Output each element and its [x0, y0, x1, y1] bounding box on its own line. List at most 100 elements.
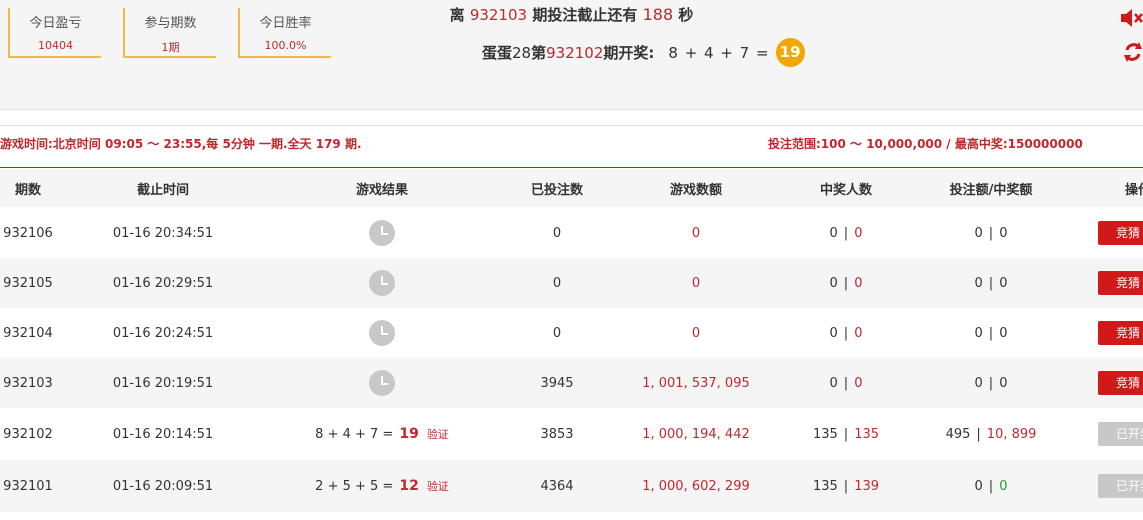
countdown-suffix: 秒 — [678, 6, 694, 24]
win-amount: 0 — [999, 375, 1008, 391]
countdown-issue: 932103 — [469, 6, 528, 24]
row-amount: 1, 001, 537, 095 — [642, 375, 750, 391]
last-draw-label: 期开奖: — [603, 44, 655, 62]
row-winners: 135 | 139 — [786, 460, 906, 512]
game-info-bar: 游戏时间:北京时间 09:05 ～ 23:55,每 5分钟 一期.全天 179 … — [0, 125, 1143, 168]
last-draw-di: 第 — [531, 44, 547, 62]
winners-count: 135 — [812, 478, 838, 494]
guess-button[interactable]: 竞猜 — [1098, 271, 1143, 295]
game-time-info: 游戏时间:北京时间 09:05 ～ 23:55,每 5分钟 一期.全天 179 … — [0, 137, 362, 151]
countdown-seconds: 188 — [642, 5, 674, 24]
row-amount: 0 — [691, 225, 701, 241]
divider: | — [843, 325, 849, 341]
col-bets: 已投注数 — [530, 182, 583, 198]
row-bets: 4364 — [540, 478, 574, 494]
win-amount: 0 — [999, 275, 1008, 291]
refresh-icon[interactable] — [1123, 40, 1143, 64]
last-draw-issue: 932102 — [546, 43, 604, 62]
row-bets: 3945 — [540, 375, 574, 391]
guess-button[interactable]: 竞猜 — [1098, 371, 1143, 395]
stat-value: 10404 — [38, 39, 73, 52]
countdown-prefix: 离 — [449, 6, 465, 24]
clock-icon — [369, 220, 395, 246]
header-panel: 今日盈亏 10404 参与期数 1期 今日胜率 100.0% 离 932103 … — [0, 0, 1143, 110]
col-winners: 中奖人数 — [819, 182, 872, 198]
row-deadline: 01-16 20:14:51 — [112, 426, 214, 442]
divider: | — [988, 225, 994, 241]
divider: | — [843, 275, 849, 291]
verify-link[interactable]: 验证 — [427, 478, 449, 494]
guess-button[interactable]: 竞猜 — [1098, 221, 1143, 245]
bet-amount: 0 — [974, 478, 983, 494]
row-deadline: 01-16 20:29:51 — [112, 275, 214, 291]
win-amount: 0 — [999, 325, 1008, 341]
row-amount: 1, 000, 194, 442 — [642, 426, 750, 442]
row-bets: 0 — [552, 225, 562, 241]
col-bet-win: 投注额/中奖额 — [949, 182, 1033, 198]
row-bet-win: 0 | 0 — [916, 308, 1066, 358]
divider: | — [843, 375, 849, 391]
winners-count-b: 0 — [854, 375, 863, 391]
divider: | — [843, 225, 849, 241]
row-deadline: 01-16 20:09:51 — [112, 478, 214, 494]
table-row: 932103 01-16 20:19:51 3945 1, 001, 537, … — [0, 358, 1143, 408]
col-result: 游戏结果 — [355, 182, 408, 198]
bet-amount: 0 — [974, 325, 983, 341]
bet-range-info: 投注范围:100 ～ 10,000,000 / 最高中奖:150000000 — [768, 137, 1083, 151]
win-amount: 10, 899 — [986, 426, 1037, 442]
last-draw-equation: 8 + 4 + 7 = — [668, 43, 770, 62]
row-result: 8 + 4 + 7 = 19 验证 — [282, 408, 482, 460]
drawn-button[interactable]: 已开奖 — [1098, 422, 1143, 446]
table-row: 932105 01-16 20:29:51 0 0 0 | 0 0 | 0 竞猜 — [0, 258, 1143, 308]
col-action: 操作 — [1124, 182, 1143, 198]
table-row: 932106 01-16 20:34:51 0 0 0 | 0 0 | 0 竞猜 — [0, 208, 1143, 258]
row-bet-win: 495 | 10, 899 — [916, 408, 1066, 460]
clock-icon — [369, 320, 395, 346]
col-issue: 期数 — [14, 182, 41, 198]
winners-count: 0 — [829, 325, 838, 341]
countdown: 离 932103 期投注截止还有 188 秒 — [0, 4, 1143, 25]
divider: | — [843, 426, 849, 442]
clock-icon — [369, 270, 395, 296]
row-amount: 1, 000, 602, 299 — [642, 478, 750, 494]
winners-count: 0 — [829, 275, 838, 291]
stat-value: 100.0% — [264, 39, 307, 52]
winners-count-b: 0 — [854, 225, 863, 241]
bet-amount: 0 — [974, 275, 983, 291]
row-bet-win: 0 | 0 — [916, 208, 1066, 258]
verify-link[interactable]: 验证 — [427, 426, 449, 442]
row-issue: 932101 — [3, 478, 53, 494]
row-winners: 0 | 0 — [786, 358, 906, 408]
row-bets: 0 — [552, 325, 562, 341]
drawn-button[interactable]: 已开奖 — [1098, 474, 1143, 498]
row-winners: 135 | 135 — [786, 408, 906, 460]
result-sum: 12 — [399, 478, 419, 494]
win-amount: 0 — [999, 478, 1008, 494]
win-amount: 0 — [999, 225, 1008, 241]
col-deadline: 截止时间 — [136, 182, 189, 198]
divider: | — [988, 478, 994, 494]
row-deadline: 01-16 20:24:51 — [112, 325, 214, 341]
row-issue: 932104 — [3, 325, 53, 341]
row-bet-win: 0 | 0 — [916, 358, 1066, 408]
divider: | — [988, 325, 994, 341]
row-bets: 0 — [552, 275, 562, 291]
bet-amount: 495 — [945, 426, 971, 442]
bet-amount: 0 — [974, 225, 983, 241]
row-result: 2 + 5 + 5 = 12 验证 — [282, 460, 482, 512]
result-expression: 2 + 5 + 5 = — [315, 478, 394, 494]
winners-count-b: 135 — [854, 426, 880, 442]
last-draw-game: 蛋蛋 — [482, 44, 513, 62]
col-amount: 游戏数额 — [669, 182, 722, 198]
winners-count-b: 0 — [854, 325, 863, 341]
table-row: 932102 01-16 20:14:51 8 + 4 + 7 = 19 验证 … — [0, 408, 1143, 460]
speaker-mute-icon[interactable] — [1119, 6, 1143, 30]
last-draw-result-ball: 19 — [775, 38, 805, 67]
guess-button[interactable]: 竞猜 — [1098, 321, 1143, 345]
table-header: 期数 截止时间 游戏结果 已投注数 游戏数额 中奖人数 投注额/中奖额 操作 — [0, 169, 1143, 207]
row-winners: 0 | 0 — [786, 258, 906, 308]
divider: | — [843, 478, 849, 494]
row-issue: 932103 — [3, 375, 53, 391]
divider: | — [976, 426, 981, 442]
divider: | — [988, 275, 994, 291]
